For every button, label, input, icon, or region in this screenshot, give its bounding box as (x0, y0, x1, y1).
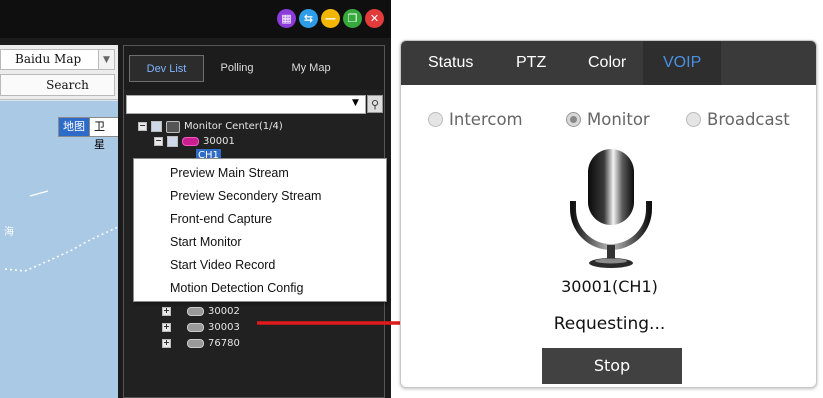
map-panel: Baidu Map ▼ Search 海 地图 卫星 (0, 45, 118, 398)
device-panel-tabs: Dev List Polling My Map (124, 46, 384, 90)
context-menu: Preview Main Stream Preview Secondery St… (133, 158, 387, 302)
tree-root[interactable]: − Monitor Center(1/4) (138, 120, 283, 133)
tree-device-30003[interactable]: + 30003 (162, 321, 240, 334)
radio-label: Broadcast (707, 109, 790, 129)
close-icon[interactable]: ✕ (365, 9, 384, 28)
menu-item-motion-detection-config[interactable]: Motion Detection Config (170, 278, 303, 298)
tab-polling[interactable]: Polling (206, 55, 268, 82)
chevron-down-icon[interactable]: ▼ (352, 98, 359, 108)
map-place-label: 海 (4, 227, 14, 238)
device-offline-icon (187, 307, 204, 316)
tab-status[interactable]: Status (428, 41, 473, 85)
radio-label: Monitor (587, 109, 650, 129)
tree-device-76780[interactable]: + 76780 (162, 337, 240, 350)
tab-voip[interactable]: VOIP (663, 41, 701, 85)
map-provider-select[interactable]: Baidu Map (0, 49, 100, 70)
microphone-icon (570, 149, 652, 268)
device-online-icon (182, 137, 199, 146)
stop-button[interactable]: Stop (542, 348, 682, 384)
expand-icon[interactable]: + (162, 307, 171, 316)
map-search-button[interactable]: Search (0, 74, 115, 96)
checkbox[interactable] (167, 136, 178, 147)
search-icon[interactable]: ⚲ (367, 95, 383, 113)
collapse-icon[interactable]: − (138, 122, 147, 131)
menu-item-preview-secondary-stream[interactable]: Preview Secondery Stream (170, 186, 321, 206)
radio-intercom[interactable]: Intercom (428, 108, 523, 130)
radio-button[interactable] (428, 111, 443, 127)
swap-icon[interactable]: ⇆ (299, 9, 318, 28)
menu-item-preview-main-stream[interactable]: Preview Main Stream (170, 163, 289, 183)
expand-icon[interactable]: + (162, 339, 171, 348)
voip-panel-tabs: Status PTZ Color VOIP (401, 41, 816, 85)
device-offline-icon (187, 339, 204, 348)
device-search-input[interactable] (126, 95, 366, 114)
tree-device-30001[interactable]: − 30001 (154, 135, 235, 148)
device-offline-icon (187, 323, 204, 332)
collapse-icon[interactable]: − (154, 137, 163, 146)
tab-color[interactable]: Color (588, 41, 626, 85)
voip-panel: Status PTZ Color VOIP Intercom Monitor B… (400, 40, 817, 388)
voip-status-text: Requesting... (553, 314, 666, 334)
monitor-center-icon (166, 120, 180, 133)
voip-device-label: 30001(CH1) (561, 277, 658, 296)
tab-ptz[interactable]: PTZ (516, 41, 546, 85)
radio-label: Intercom (449, 109, 523, 129)
menu-item-front-end-capture[interactable]: Front-end Capture (170, 209, 272, 229)
device-label: 30002 (208, 306, 240, 317)
menu-item-start-monitor[interactable]: Start Monitor (170, 232, 242, 252)
tree-device-30002[interactable]: + 30002 (162, 305, 240, 318)
tree-root-label: Monitor Center(1/4) (184, 121, 283, 132)
title-bar: ▦ ⇆ — ❐ ✕ (0, 0, 391, 38)
tab-dev-list[interactable]: Dev List (129, 55, 204, 82)
device-label: 30003 (208, 322, 240, 333)
radio-monitor[interactable]: Monitor (566, 108, 650, 130)
minimize-icon[interactable]: — (321, 9, 340, 28)
menu-item-start-video-record[interactable]: Start Video Record (170, 255, 275, 275)
map-toolbar: Baidu Map ▼ Search (0, 45, 118, 100)
grid-icon[interactable]: ▦ (277, 9, 296, 28)
device-label: 30001 (203, 136, 235, 147)
device-label: 76780 (208, 338, 240, 349)
map-type-satellite-button[interactable]: 卫星 (89, 117, 118, 151)
tab-my-map[interactable]: My Map (276, 55, 346, 82)
radio-broadcast[interactable]: Broadcast (686, 108, 790, 130)
chevron-down-icon[interactable]: ▼ (98, 49, 115, 70)
map-type-map-button[interactable]: 地图 (58, 117, 90, 137)
restore-icon[interactable]: ❐ (343, 9, 362, 28)
checkbox[interactable] (151, 121, 162, 132)
radio-button-selected[interactable] (566, 111, 581, 127)
expand-icon[interactable]: + (162, 323, 171, 332)
client-window: ▦ ⇆ — ❐ ✕ Baidu Map ▼ Search 海 地图 卫星 Dev… (0, 0, 391, 398)
radio-button[interactable] (686, 111, 701, 127)
